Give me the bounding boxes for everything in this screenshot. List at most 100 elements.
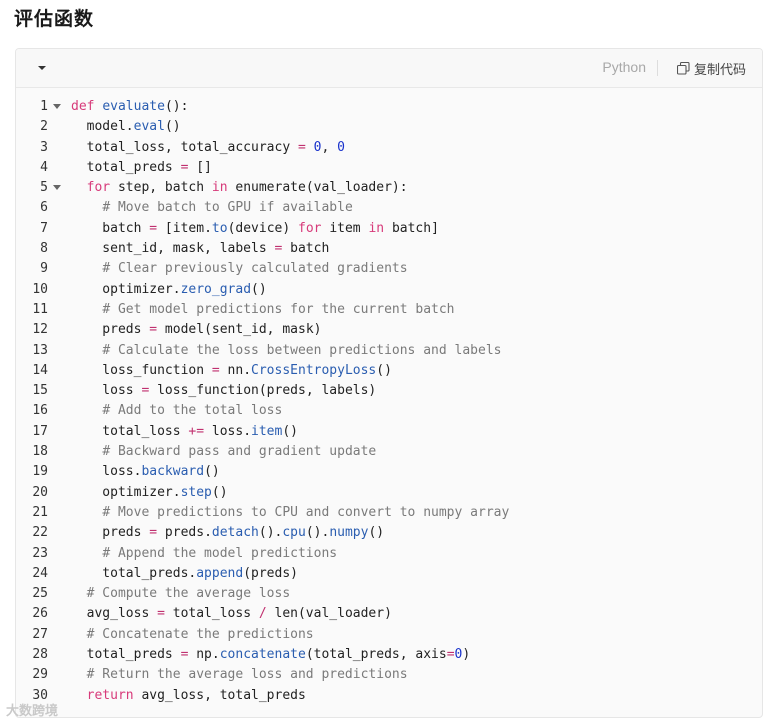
code-line: 3 total_loss, total_accuracy = 0, 0 (16, 138, 762, 158)
line-number: 28 (32, 647, 48, 663)
section-heading: 评估函数 (14, 8, 95, 30)
code-line: 24 total_preds.append(preds) (16, 564, 762, 584)
line-number: 21 (32, 504, 48, 520)
line-number: 5 (40, 180, 48, 196)
language-label: Python (602, 59, 646, 75)
code-line: 22 preds = preds.detach().cpu().numpy() (16, 523, 762, 543)
code-line: 30 return avg_loss, total_preds (16, 686, 762, 706)
code-line: 21 # Move predictions to CPU and convert… (16, 503, 762, 523)
line-number: 29 (32, 667, 48, 683)
code-line: 19 loss.backward() (16, 462, 762, 482)
line-number: 20 (32, 484, 48, 500)
code-line: 12 preds = model(sent_id, mask) (16, 320, 762, 340)
code-text: # Calculate the loss between predictions… (102, 342, 502, 358)
code-line: 26 avg_loss = total_loss / len(val_loade… (16, 604, 762, 624)
line-number: 16 (32, 403, 48, 419)
code-line: 13 # Calculate the loss between predicti… (16, 341, 762, 361)
code-line: 11 # Get model predictions for the curre… (16, 300, 762, 320)
line-number: 26 (32, 606, 48, 622)
code-text: loss_function = nn.CrossEntropyLoss() (71, 362, 392, 378)
code-text: # Append the model predictions (102, 545, 338, 561)
code-line: 23 # Append the model predictions (16, 544, 762, 564)
chevron-down-icon[interactable] (34, 61, 50, 75)
code-text: # Concatenate the predictions (86, 626, 314, 642)
copy-code-label: 复制代码 (693, 63, 746, 78)
code-text: total_preds.append(preds) (71, 565, 298, 581)
code-text: # Move batch to GPU if available (102, 200, 353, 216)
line-number: 22 (32, 525, 48, 541)
code-text: for step, batch in enumerate(val_loader)… (86, 180, 408, 196)
code-text: # Compute the average loss (86, 586, 291, 602)
code-text: preds = model(sent_id, mask) (71, 322, 322, 338)
code-line: 20 optimizer.step() (16, 483, 762, 503)
line-number: 23 (32, 545, 48, 561)
line-number: 8 (40, 241, 48, 257)
code-text: total_loss, total_accuracy = 0, 0 (71, 139, 345, 155)
code-line: 29 # Return the average loss and predict… (16, 665, 762, 685)
code-text: # Return the average loss and prediction… (86, 667, 408, 683)
line-number: 13 (32, 342, 48, 358)
code-text: sent_id, mask, labels = batch (71, 241, 330, 257)
code-line: 27 # Concatenate the predictions (16, 625, 762, 645)
fold-toggle-icon[interactable] (53, 185, 61, 191)
code-line: 18 # Backward pass and gradient update (16, 442, 762, 462)
copy-icon (676, 62, 690, 75)
line-number: 10 (32, 281, 48, 297)
line-number: 15 (32, 383, 48, 399)
toolbar-divider (657, 60, 658, 76)
code-line: 2 model.eval() (16, 117, 762, 137)
code-line: 17 total_loss += loss.item() (16, 422, 762, 442)
line-number: 11 (32, 301, 48, 317)
code-text: avg_loss = total_loss / len(val_loader) (71, 606, 392, 622)
line-number: 4 (40, 159, 48, 175)
copy-code-button[interactable]: 复制代码 (676, 59, 746, 78)
code-lines: 1 def evaluate(): 2 model.eval() 3 total_lo… (16, 97, 762, 706)
code-text: # Add to the total loss (102, 403, 283, 419)
line-number: 18 (32, 444, 48, 460)
code-line: 8 sent_id, mask, labels = batch (16, 239, 762, 259)
code-line: 15 loss = loss_function(preds, labels) (16, 381, 762, 401)
code-line: 5 for step, batch in enumerate(val_loade… (16, 178, 762, 198)
line-number: 3 (40, 139, 48, 155)
code-text: optimizer.zero_grad() (71, 281, 267, 297)
code-line: 10 optimizer.zero_grad() (16, 280, 762, 300)
line-number: 2 (40, 119, 48, 135)
code-text: model.eval() (71, 119, 181, 135)
code-text: # Clear previously calculated gradients (102, 261, 408, 277)
line-number: 25 (32, 586, 48, 602)
line-number: 9 (40, 261, 48, 277)
watermark-logo: 大数跨境 (6, 704, 59, 719)
line-number: 27 (32, 626, 48, 642)
code-text: # Get model predictions for the current … (102, 301, 455, 317)
code-line: 25 # Compute the average loss (16, 584, 762, 604)
code-text: loss.backward() (71, 464, 220, 480)
code-line: 14 loss_function = nn.CrossEntropyLoss() (16, 361, 762, 381)
code-toolbar: Python 复制代码 (16, 49, 762, 88)
code-line: 9 # Clear previously calculated gradient… (16, 259, 762, 279)
line-number: 12 (32, 322, 48, 338)
code-text: total_loss += loss.item() (71, 423, 298, 439)
line-number: 6 (40, 200, 48, 216)
code-line: 1 def evaluate(): (16, 97, 762, 117)
code-line: 16 # Add to the total loss (16, 401, 762, 421)
line-number: 1 (40, 99, 48, 114)
code-line: 28 total_preds = np.concatenate(total_pr… (16, 645, 762, 665)
line-number: 14 (32, 362, 48, 378)
code-text: total_preds = [] (71, 159, 212, 175)
code-text: # Move predictions to CPU and convert to… (102, 504, 510, 520)
line-number: 24 (32, 565, 48, 581)
code-block: Python 复制代码 1 def evaluate(): 2 model.eval… (15, 48, 763, 718)
code-text: loss = loss_function(preds, labels) (71, 383, 377, 399)
code-text: def evaluate(): (71, 99, 189, 114)
code-text: batch = [item.to(device) for item in bat… (71, 220, 439, 236)
line-number: 17 (32, 423, 48, 439)
code-text: total_preds = np.concatenate(total_preds… (71, 647, 471, 663)
code-text: # Backward pass and gradient update (102, 444, 377, 460)
code-text: return avg_loss, total_preds (86, 687, 306, 703)
code-line: 7 batch = [item.to(device) for item in b… (16, 219, 762, 239)
code-text: optimizer.step() (71, 484, 228, 500)
code-text: preds = preds.detach().cpu().numpy() (71, 525, 385, 541)
code-line: 6 # Move batch to GPU if available (16, 198, 762, 218)
fold-toggle-icon[interactable] (53, 104, 61, 110)
code-line: 4 total_preds = [] (16, 158, 762, 178)
